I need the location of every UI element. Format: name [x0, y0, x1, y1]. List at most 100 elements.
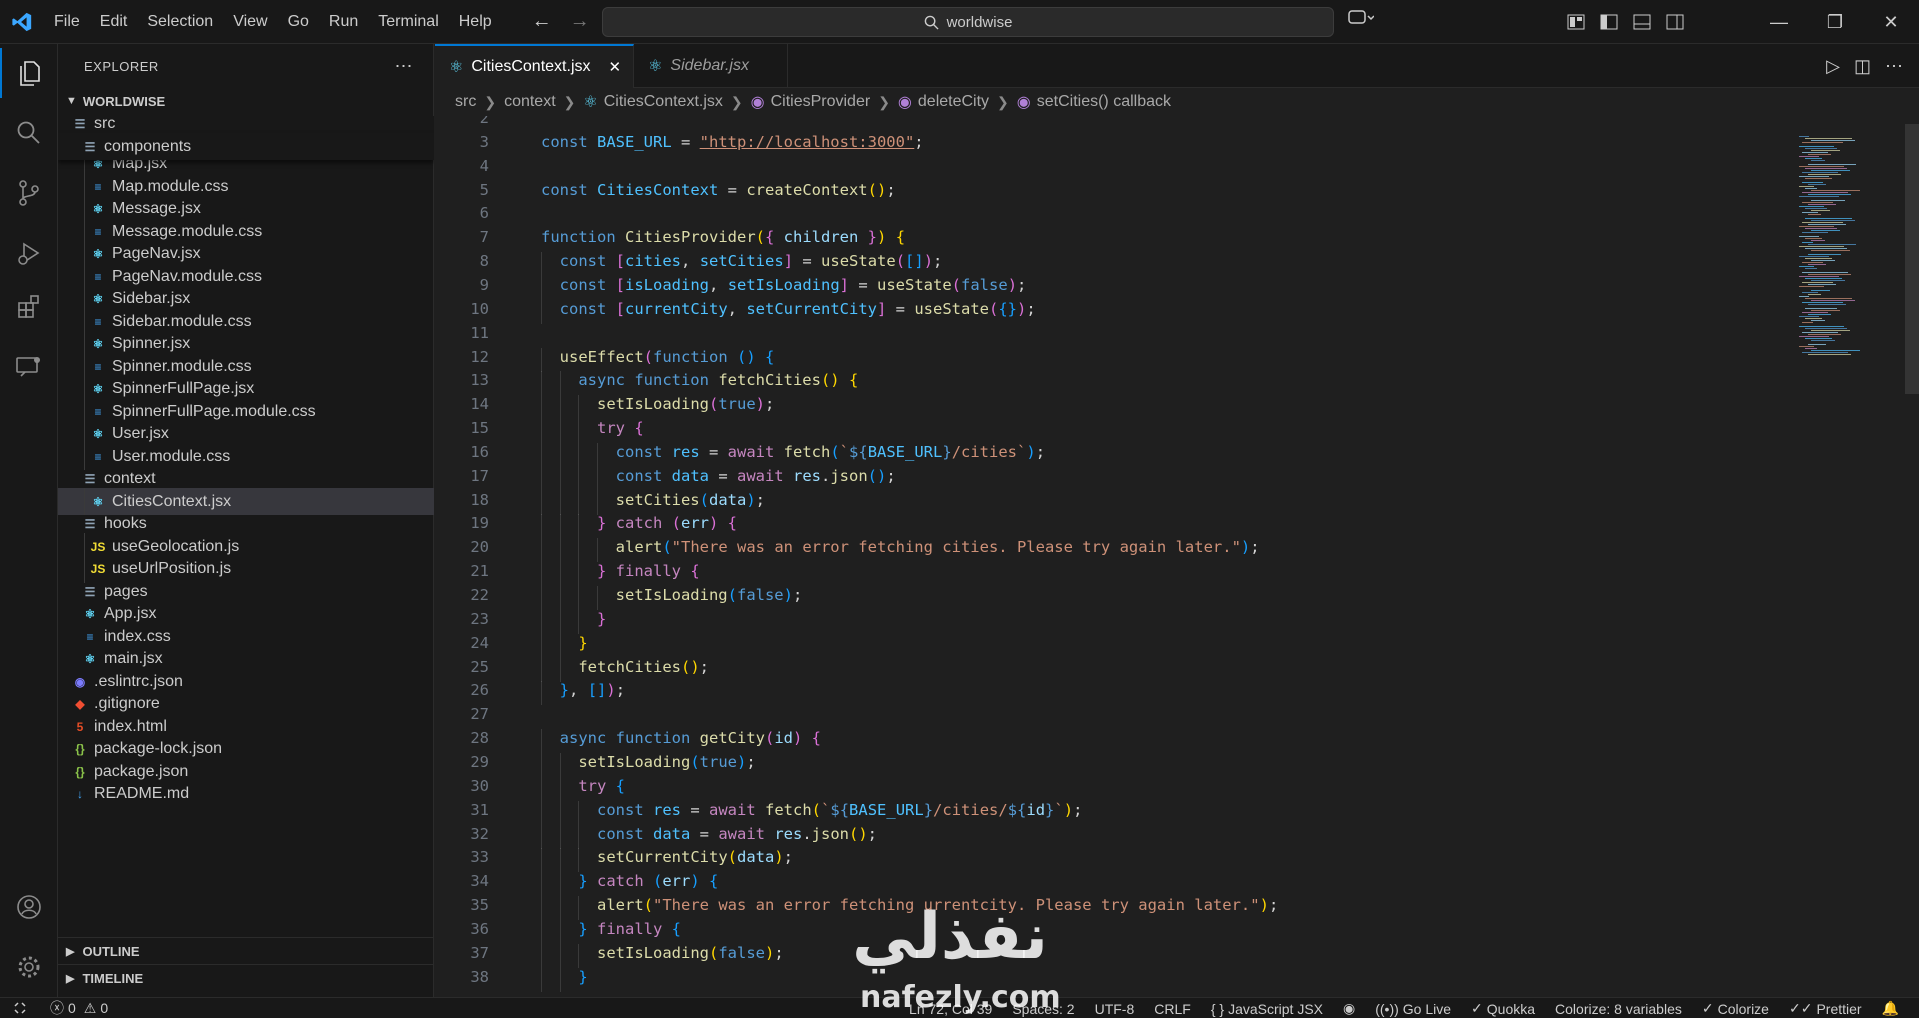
code-text: try {: [541, 776, 625, 801]
back-arrow-icon[interactable]: ←: [532, 10, 552, 33]
code-line: 14 setIsLoading(true);: [435, 392, 1775, 420]
minimap-line: [1805, 228, 1837, 229]
settings-gear-icon[interactable]: [0, 942, 58, 992]
source-control-icon[interactable]: [0, 168, 58, 218]
breadcrumb-symbol-deletecity[interactable]: deleteCity: [918, 93, 989, 111]
menu-run[interactable]: Run: [319, 0, 368, 44]
forward-arrow-icon[interactable]: →: [570, 10, 590, 33]
colorize-button[interactable]: ✓ Colorize: [1692, 1000, 1779, 1017]
notifications-bell-icon[interactable]: 🔔: [1872, 1000, 1909, 1017]
warning-icon: ⚠: [83, 999, 97, 1016]
minimap-line: [1805, 208, 1827, 209]
extensions-icon[interactable]: [0, 282, 58, 332]
breadcrumb-symbol-provider[interactable]: CitiesProvider: [771, 93, 871, 111]
copilot-chat-icon[interactable]: [1348, 8, 1375, 33]
minimap-line: [1802, 262, 1823, 263]
indentation[interactable]: Spaces: 2: [1002, 1001, 1084, 1017]
cursor-position[interactable]: Ln 72, Col 39: [899, 1001, 1002, 1017]
line-number: 17: [470, 466, 489, 485]
breadcrumb-src[interactable]: src: [455, 93, 476, 111]
menu-selection[interactable]: Selection: [137, 0, 223, 44]
code-text: setIsLoading(true);: [541, 752, 756, 777]
line-number: 29: [470, 752, 489, 771]
language-mode[interactable]: { } JavaScript JSX: [1201, 1001, 1333, 1017]
minimap-line: [1799, 186, 1814, 187]
folder-row[interactable]: ☰ components: [58, 133, 434, 160]
run-file-icon[interactable]: ▷: [1826, 56, 1840, 77]
minimap-line: [1811, 280, 1845, 281]
minimap-line: [1805, 328, 1847, 329]
minimap-line: [1799, 156, 1819, 157]
command-center-search[interactable]: worldwise: [602, 7, 1334, 37]
timeline-section[interactable]: ▶ TIMELINE: [58, 964, 434, 991]
menu-file[interactable]: File: [44, 0, 90, 44]
menu-help[interactable]: Help: [449, 0, 502, 44]
split-editor-icon[interactable]: ◫: [1854, 56, 1871, 77]
encoding[interactable]: UTF-8: [1085, 1001, 1145, 1017]
code-text: }, []);: [541, 681, 625, 706]
toggle-panel-icon[interactable]: [1625, 0, 1658, 44]
menu-view[interactable]: View: [223, 0, 277, 44]
code-text: setIsLoading(true);: [541, 395, 774, 420]
minimap-line: [1802, 142, 1843, 143]
css-icon: ≡: [86, 629, 94, 644]
remote-indicator-icon[interactable]: [0, 998, 40, 1018]
copilot-status-icon[interactable]: ◉: [1333, 1000, 1365, 1017]
restore-icon[interactable]: ❐: [1807, 0, 1863, 44]
minimap-line: [1808, 304, 1846, 305]
language-label: JavaScript JSX: [1228, 1000, 1324, 1017]
line-number: 6: [479, 204, 489, 223]
customize-layout-icon[interactable]: [1559, 0, 1592, 44]
react-icon: ⚛: [583, 94, 598, 111]
prettier-button[interactable]: ✓✓ Prettier: [1779, 1000, 1872, 1017]
close-window-icon[interactable]: ✕: [1863, 0, 1919, 44]
tab-citiescontext[interactable]: ⚛ CitiesContext.jsx ✕: [435, 44, 635, 88]
run-debug-icon[interactable]: [0, 228, 58, 278]
file-label: PageNav.module.css: [112, 267, 262, 285]
tab-sidebar[interactable]: ⚛ Sidebar.jsx: [634, 44, 788, 88]
toggle-secondary-sidebar-icon[interactable]: [1658, 0, 1691, 44]
breadcrumb-file[interactable]: CitiesContext.jsx: [604, 93, 723, 111]
editor-area: ⚛ CitiesContext.jsx ✕ ⚛ Sidebar.jsx ▷ ◫ …: [435, 44, 1919, 997]
minimap-line: [1799, 246, 1844, 247]
minimap-line: [1799, 346, 1814, 347]
end-of-line[interactable]: CRLF: [1144, 1001, 1201, 1017]
code-editor[interactable]: 2 3 const BASE_URL = "http://localhost:300…: [435, 116, 1775, 994]
go-live-button[interactable]: ((•)) Go Live: [1365, 1001, 1461, 1017]
warning-count: 0: [100, 1000, 109, 1016]
file-label: index.css: [104, 627, 171, 645]
vertical-scrollbar[interactable]: [1905, 124, 1919, 394]
breadcrumb-context[interactable]: context: [504, 93, 556, 111]
line-number: 4: [479, 156, 489, 175]
close-tab-icon[interactable]: ✕: [609, 58, 622, 76]
remote-explorer-icon[interactable]: [0, 342, 58, 392]
search-icon[interactable]: [0, 108, 58, 158]
more-actions-icon[interactable]: ⋯: [1885, 56, 1903, 77]
react-icon: ⚛: [84, 652, 96, 666]
minimap-line: [1808, 254, 1841, 255]
minimize-icon[interactable]: —: [1751, 0, 1807, 44]
problems-indicator[interactable]: ⓧ 0 ⚠ 0: [40, 998, 118, 1018]
folder-icon: ☰: [84, 517, 96, 531]
minimap[interactable]: [1795, 116, 1905, 376]
breadcrumb-symbol-callback[interactable]: setCities() callback: [1037, 93, 1171, 111]
file-row[interactable]: ↓ README.md: [58, 781, 434, 808]
outline-section[interactable]: ▶ OUTLINE: [58, 937, 434, 964]
menu-go[interactable]: Go: [278, 0, 319, 44]
line-number: 23: [470, 609, 489, 628]
accounts-icon[interactable]: [0, 882, 58, 932]
colorize-variables[interactable]: Colorize: 8 variables: [1545, 1001, 1692, 1017]
menu-terminal[interactable]: Terminal: [368, 0, 448, 44]
more-actions-icon[interactable]: ⋯: [395, 56, 414, 77]
quokka-button[interactable]: ✓ Quokka: [1461, 1000, 1545, 1017]
menu-edit[interactable]: Edit: [90, 0, 138, 44]
toggle-primary-sidebar-icon[interactable]: [1592, 0, 1625, 44]
javascript-icon: JS: [90, 539, 106, 554]
symbol-function-icon: ◉: [897, 94, 912, 111]
explorer-icon[interactable]: [0, 48, 58, 98]
minimap-line: [1802, 322, 1813, 323]
chevron-right-icon: ▶: [66, 972, 75, 985]
workspace-section[interactable]: ▼ WORLDWISE: [58, 88, 433, 114]
file-label: index.html: [94, 717, 167, 735]
minimap-line: [1805, 348, 1817, 349]
